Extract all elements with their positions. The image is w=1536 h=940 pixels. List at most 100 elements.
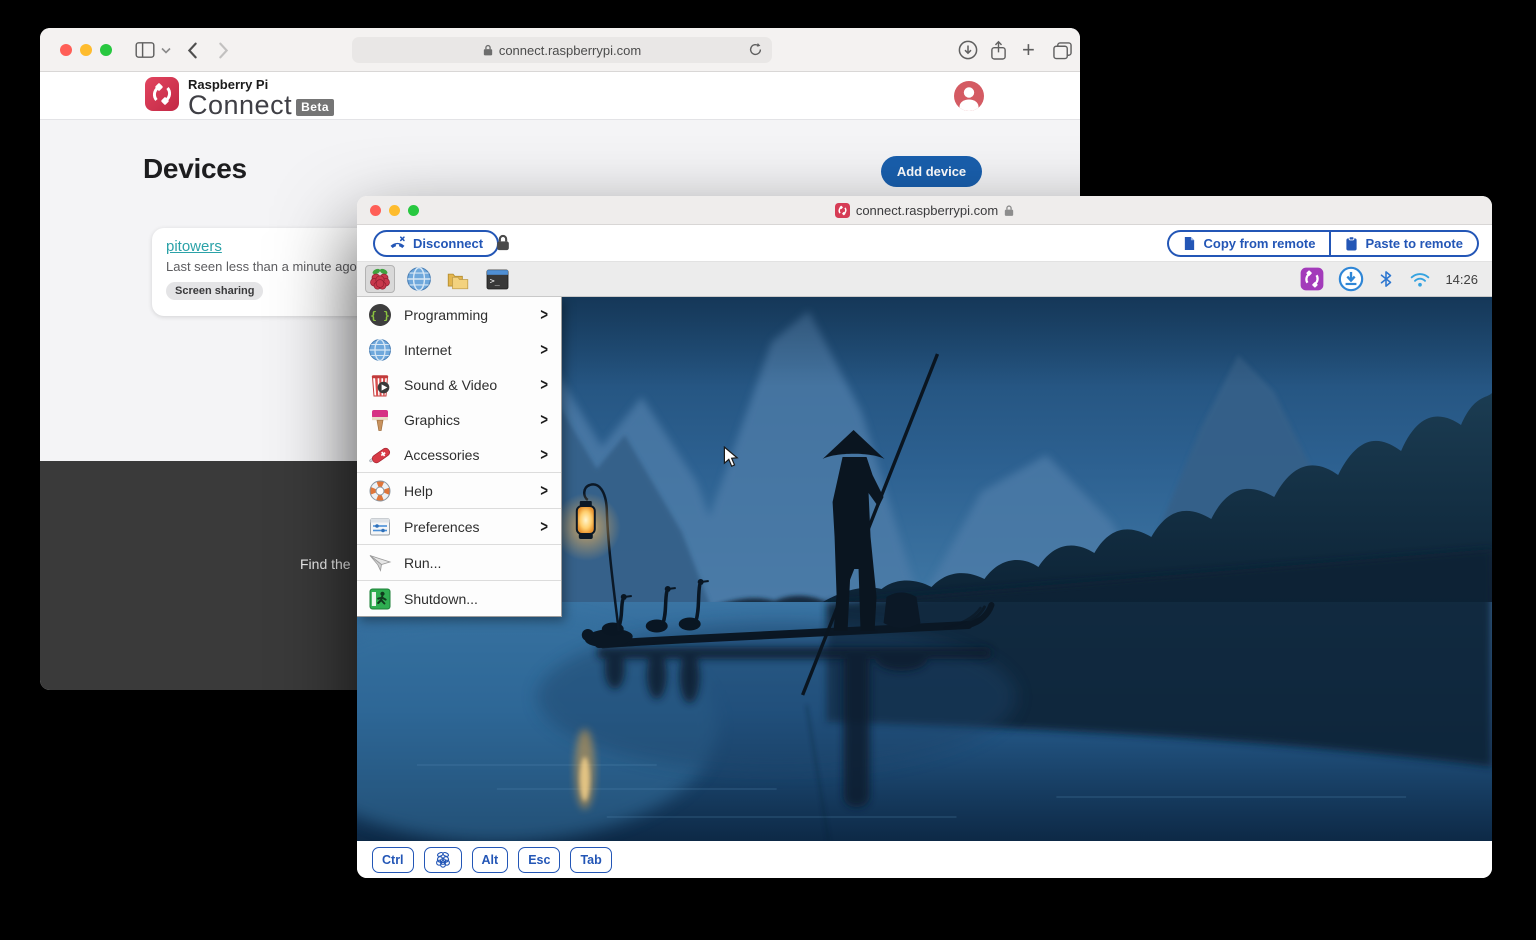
file-manager-button[interactable] (443, 265, 473, 293)
beta-badge: Beta (296, 99, 334, 116)
mouse-cursor (723, 446, 739, 468)
bluetooth-icon[interactable] (1377, 268, 1395, 290)
taskbar-tray: 14:26 (1299, 266, 1478, 292)
raspberry-menu-button[interactable] (365, 265, 395, 293)
copy-label: Copy from remote (1203, 236, 1315, 251)
remote-window-title: connect.raspberrypi.com (856, 203, 998, 218)
account-avatar[interactable] (954, 81, 984, 111)
raspberry-icon (368, 267, 392, 291)
connect-tray-icon[interactable] (1299, 266, 1325, 292)
tab-overview-icon[interactable] (1052, 28, 1073, 72)
chevron-down-icon[interactable] (161, 28, 171, 72)
chevron-right-icon: > (540, 340, 548, 359)
screen: connect.raspberrypi.com + (0, 0, 1536, 940)
menu-item-graphics[interactable]: Graphics > (357, 402, 561, 437)
preferences-icon (367, 514, 393, 540)
remote-toolbar: Disconnect Copy from remote Paste to rem… (357, 225, 1492, 262)
sound-video-icon (367, 372, 393, 398)
copy-from-remote-button[interactable]: Copy from remote (1167, 230, 1330, 257)
internet-icon (367, 337, 393, 363)
programming-icon: { } (367, 302, 393, 328)
remote-titlebar: connect.raspberrypi.com (357, 196, 1492, 225)
remote-window: connect.raspberrypi.com Disconnect (357, 196, 1492, 878)
lock-icon (483, 44, 493, 56)
copy-icon (1183, 236, 1196, 251)
disconnect-button[interactable]: Disconnect (373, 230, 499, 257)
menu-item-label: Internet (404, 342, 451, 358)
menu-item-help[interactable]: Help > (357, 473, 561, 508)
key-alt[interactable]: Alt (472, 847, 509, 873)
phone-disconnect-icon (389, 235, 406, 252)
menu-item-label: Graphics (404, 412, 460, 428)
connect-brand: Raspberry Pi Connect Beta (145, 77, 334, 118)
close-button[interactable] (60, 44, 72, 56)
menu-item-label: Help (404, 483, 433, 499)
menu-item-accessories[interactable]: Accessories > (357, 437, 561, 472)
zoom-button[interactable] (100, 44, 112, 56)
traffic-lights (60, 44, 112, 56)
wifi-icon[interactable] (1408, 269, 1432, 290)
new-tab-icon[interactable]: + (1022, 28, 1035, 72)
back-icon[interactable] (187, 28, 198, 72)
menu-item-internet[interactable]: Internet > (357, 332, 561, 367)
chevron-right-icon: > (540, 305, 548, 324)
virtual-keys-bar: Ctrl Alt Esc Tab (357, 841, 1492, 878)
remote-desktop[interactable]: { } Programming > Internet > (357, 297, 1492, 841)
chevron-right-icon: > (540, 445, 548, 464)
chevron-right-icon: > (540, 517, 548, 536)
svg-text:{ }: { } (370, 309, 390, 322)
chevron-right-icon: > (540, 410, 548, 429)
remote-taskbar: >_ (357, 262, 1492, 297)
minimize-button[interactable] (80, 44, 92, 56)
menu-item-sound-video[interactable]: Sound & Video > (357, 367, 561, 402)
taskbar-launchers: >_ (365, 265, 512, 293)
run-icon (367, 550, 393, 576)
connect-favicon (835, 203, 850, 218)
menu-item-shutdown[interactable]: Shutdown... (357, 581, 561, 616)
web-browser-button[interactable] (404, 265, 434, 293)
reload-icon[interactable] (748, 42, 763, 57)
terminal-button[interactable]: >_ (482, 265, 512, 293)
updater-tray-icon[interactable] (1338, 266, 1364, 292)
session-lock-icon (496, 234, 510, 251)
forward-icon[interactable] (218, 28, 229, 72)
folders-icon (445, 266, 471, 292)
menu-item-label: Programming (404, 307, 488, 323)
menu-item-label: Sound & Video (404, 377, 497, 393)
key-esc[interactable]: Esc (518, 847, 560, 873)
paste-to-remote-button[interactable]: Paste to remote (1330, 230, 1479, 257)
device-name-link[interactable]: pitowers (166, 238, 222, 255)
address-bar[interactable]: connect.raspberrypi.com (352, 37, 772, 63)
applications-menu: { } Programming > Internet > (357, 297, 562, 617)
key-tab[interactable]: Tab (570, 847, 611, 873)
accessories-icon (367, 442, 393, 468)
terminal-icon: >_ (485, 267, 510, 292)
shutdown-icon (367, 586, 393, 612)
browser-titlebar: connect.raspberrypi.com + (40, 28, 1080, 72)
menu-item-preferences[interactable]: Preferences > (357, 509, 561, 544)
globe-icon (406, 266, 432, 292)
help-icon (367, 478, 393, 504)
downloads-icon[interactable] (958, 28, 978, 72)
menu-item-programming[interactable]: { } Programming > (357, 297, 561, 332)
key-raspberry[interactable] (424, 847, 462, 873)
menu-item-label: Preferences (404, 519, 479, 535)
add-device-button[interactable]: Add device (881, 156, 982, 187)
footer-text: Find the (300, 556, 351, 572)
sidebar-icon[interactable] (135, 28, 155, 72)
brand-text: Raspberry Pi Connect Beta (188, 77, 334, 118)
connect-logo (145, 77, 179, 118)
menu-item-label: Accessories (404, 447, 479, 463)
chevron-right-icon: > (540, 375, 548, 394)
paste-label: Paste to remote (1365, 236, 1463, 251)
disconnect-label: Disconnect (413, 236, 483, 251)
taskbar-clock: 14:26 (1445, 272, 1478, 287)
graphics-icon (367, 407, 393, 433)
share-icon[interactable] (990, 28, 1007, 72)
clipboard-actions: Copy from remote Paste to remote (1167, 230, 1479, 257)
key-ctrl[interactable]: Ctrl (372, 847, 414, 873)
menu-item-run[interactable]: Run... (357, 545, 561, 580)
url-text: connect.raspberrypi.com (499, 43, 641, 58)
svg-text:>_: >_ (489, 275, 500, 285)
page-title: Devices (143, 153, 247, 185)
